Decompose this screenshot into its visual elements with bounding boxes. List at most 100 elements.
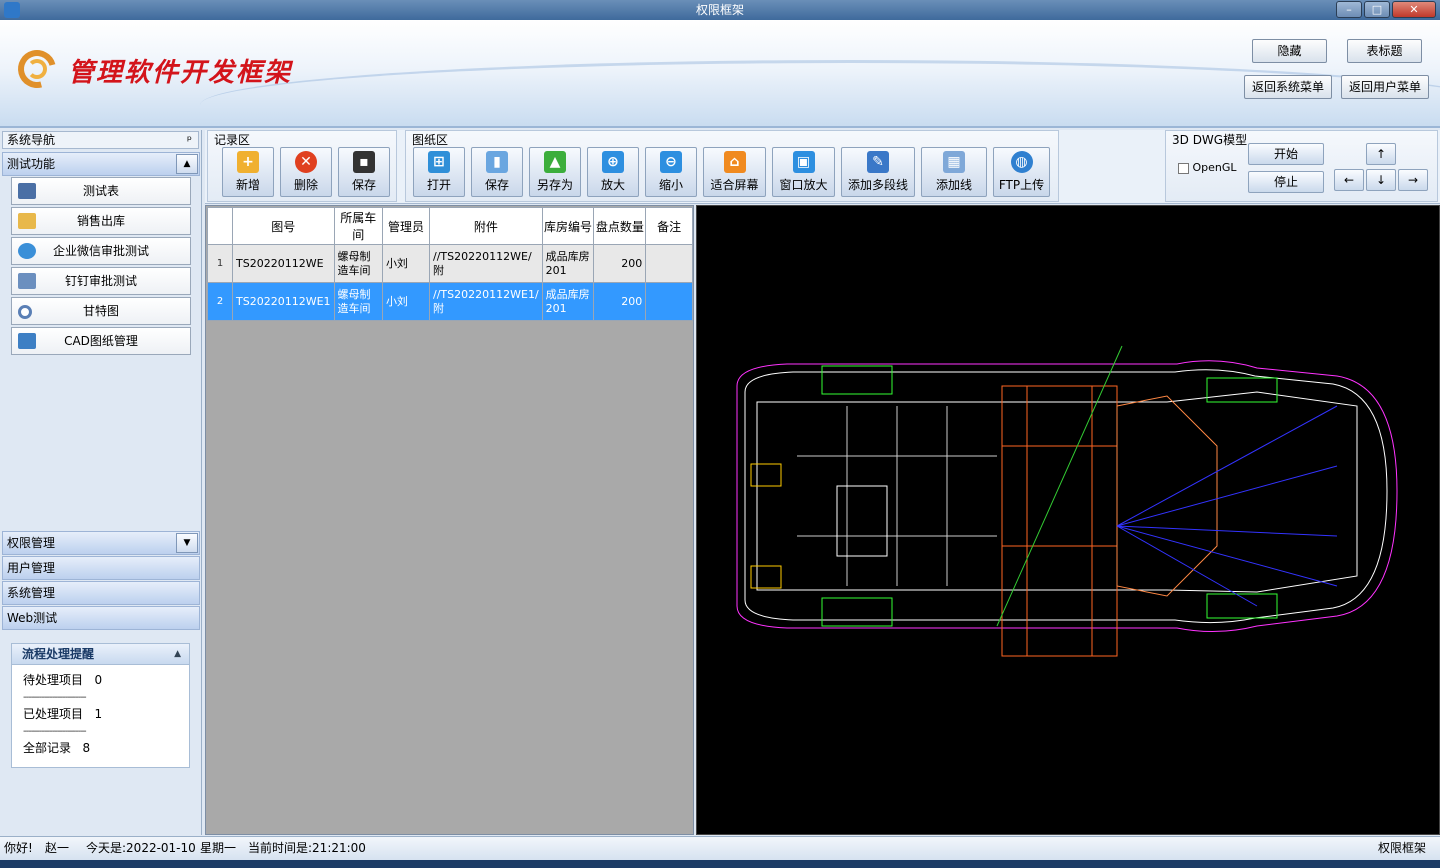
car-wireframe-drawing (736, 345, 1398, 657)
nav-item-sales-out[interactable]: 销售出库 (11, 207, 191, 235)
status-bar: 你好! 赵一 今天是:2022-01-10 星期一 当前时间是:21:21:00… (0, 836, 1440, 860)
nav-group-test[interactable]: 测试功能 ▲ (2, 152, 200, 176)
arrow-right-button[interactable]: → (1398, 169, 1428, 191)
save-record-button[interactable]: ▪ 保存 (338, 147, 390, 197)
cell-count[interactable]: 200 (593, 282, 647, 321)
nav-item-test-table[interactable]: 测试表 (11, 177, 191, 205)
cell-remark[interactable] (645, 282, 693, 321)
nav-item-wechat-approval[interactable]: 企业微信审批测试 (11, 237, 191, 265)
nav-group-system[interactable]: 系统管理 (2, 581, 200, 605)
column-header[interactable]: 图号 (232, 207, 335, 245)
cell-workshop[interactable]: 螺母制造车间 (333, 282, 383, 321)
cell-attachment[interactable]: //TS20220112WE/附 (429, 244, 543, 283)
cell-remark[interactable] (645, 244, 693, 283)
open-drawing-button[interactable]: ⊞ 打开 (413, 147, 465, 197)
chevron-down-icon[interactable]: ▼ (176, 533, 198, 553)
calculator-icon: ▦ (943, 151, 965, 173)
table-title-button[interactable]: 表标题 (1347, 39, 1422, 63)
app-banner: 管理软件开发框架 隐藏 表标题 返回系统菜单 返回用户菜单 (0, 20, 1440, 128)
delete-button[interactable]: ✕ 删除 (280, 147, 332, 197)
nav-group-web[interactable]: Web测试 (2, 606, 200, 630)
back-user-menu-button[interactable]: 返回用户菜单 (1341, 75, 1429, 99)
nav-group-permission[interactable]: 权限管理 ▼ (2, 531, 200, 555)
arrow-down-button[interactable]: ↓ (1366, 169, 1396, 191)
hide-button[interactable]: 隐藏 (1252, 39, 1327, 63)
cart-icon: ⊕ (602, 151, 624, 173)
save-drawing-button[interactable]: ▮ 保存 (471, 147, 523, 197)
nav-item-cad-drawing[interactable]: CAD图纸管理 (11, 327, 191, 355)
close-button[interactable]: ✕ (1392, 1, 1436, 18)
time-text: 当前时间是:21:21:00 (248, 841, 366, 855)
usb-icon: ▮ (486, 151, 508, 173)
add-line-button[interactable]: ▦ 添加线 (921, 147, 987, 197)
home-icon: ⌂ (723, 151, 746, 173)
workflow-reminder-panel: 流程处理提醒 ▲ 待处理项目 0 -----------------------… (11, 643, 190, 768)
collapse-icon[interactable]: ▲ (174, 644, 181, 664)
column-header[interactable]: 附件 (429, 207, 543, 245)
zoom-in-button[interactable]: ⊕ 放大 (587, 147, 639, 197)
cell-attachment[interactable]: //TS20220112WE1/附 (429, 282, 543, 321)
cell-drawing-no[interactable]: TS20220112WE (232, 244, 335, 283)
fit-screen-button[interactable]: ⌂ 适合屏幕 (703, 147, 766, 197)
zoom-out-button[interactable]: ⊖ 缩小 (645, 147, 697, 197)
cell-workshop[interactable]: 螺母制造车间 (333, 244, 383, 283)
window-titlebar: 权限框架 – □ ✕ (0, 0, 1440, 20)
column-header[interactable]: 备注 (645, 207, 693, 245)
table-row[interactable]: 1 TS20220112WE 螺母制造车间 小刘 //TS20220112WE/… (206, 244, 693, 283)
workflow-panel-header: 流程处理提醒 ▲ (12, 644, 189, 665)
row-number: 1 (206, 244, 234, 283)
arrow-left-button[interactable]: ← (1334, 169, 1364, 191)
nav-item-dingtalk-approval[interactable]: 钉钉审批测试 (11, 267, 191, 295)
window-title: 权限框架 (695, 3, 744, 17)
os-taskbar (0, 860, 1440, 868)
add-icon: + (237, 151, 259, 173)
open-icon: ⊞ (428, 151, 450, 173)
target-icon (18, 305, 32, 319)
opengl-option[interactable]: OpenGL (1178, 161, 1237, 174)
logo-inner-icon (27, 59, 47, 79)
arrow-up-button[interactable]: ↑ (1366, 143, 1396, 165)
app-name-text: 权限框架 (1378, 841, 1427, 855)
nav-group-label: 测试功能 (7, 157, 56, 171)
record-section: 记录区 + 新增 ✕ 删除 ▪ 保存 (207, 130, 397, 202)
back-system-menu-button[interactable]: 返回系统菜单 (1244, 75, 1332, 99)
cad-viewer[interactable] (696, 205, 1440, 835)
window-zoom-button[interactable]: ▣ 窗口放大 (772, 147, 835, 197)
delete-icon: ✕ (295, 151, 317, 173)
chevron-up-icon[interactable]: ▲ (176, 154, 198, 174)
cell-warehouse[interactable]: 成品库房201 (541, 282, 595, 321)
app-icon (4, 2, 20, 18)
nav-group-user[interactable]: 用户管理 (2, 556, 200, 580)
save-as-button[interactable]: ▲ 另存为 (529, 147, 581, 197)
start-button[interactable]: 开始 (1248, 143, 1324, 165)
floppy-icon: ▪ (353, 151, 375, 173)
cell-manager[interactable]: 小刘 (381, 282, 431, 321)
column-header[interactable]: 库房编号 (541, 207, 595, 245)
nav-item-gantt[interactable]: 甘特图 (11, 297, 191, 325)
maximize-button[interactable]: □ (1364, 1, 1390, 18)
column-header[interactable]: 盘点数量 (593, 207, 647, 245)
minimize-button[interactable]: – (1336, 1, 1362, 18)
pin-icon[interactable]: ᵖ (187, 132, 192, 148)
nav-header: 系统导航 ᵖ (2, 131, 199, 149)
globe-icon (18, 243, 36, 259)
toolbar-area: 记录区 + 新增 ✕ 删除 ▪ 保存 图纸区 ⊞ 打开 ▮ 保存 ▲ 另存为 ⊕ (205, 130, 1440, 204)
row-number: 2 (206, 282, 234, 321)
separator: ------------------------ (23, 726, 87, 737)
cell-count[interactable]: 200 (593, 244, 647, 283)
cart-small-icon: ⊖ (660, 151, 682, 173)
notes-icon (18, 213, 36, 229)
pending-row: 待处理项目 0 (23, 673, 103, 687)
opengl-checkbox[interactable] (1178, 162, 1189, 174)
cell-manager[interactable]: 小刘 (381, 244, 431, 283)
cell-warehouse[interactable]: 成品库房201 (541, 244, 595, 283)
column-header[interactable]: 所属车间 (333, 207, 383, 245)
ftp-upload-button[interactable]: ◍ FTP上传 (993, 147, 1050, 197)
stop-button[interactable]: 停止 (1248, 171, 1324, 193)
record-grid: 图号 所属车间 管理员 附件 库房编号 盘点数量 备注 1 TS20220112… (205, 205, 694, 835)
table-row-selected[interactable]: 2 TS20220112WE1 螺母制造车间 小刘 //TS20220112WE… (206, 282, 693, 321)
column-header[interactable]: 管理员 (381, 207, 431, 245)
add-button[interactable]: + 新增 (222, 147, 274, 197)
add-polyline-button[interactable]: ✎ 添加多段线 (841, 147, 915, 197)
cell-drawing-no[interactable]: TS20220112WE1 (232, 282, 335, 321)
